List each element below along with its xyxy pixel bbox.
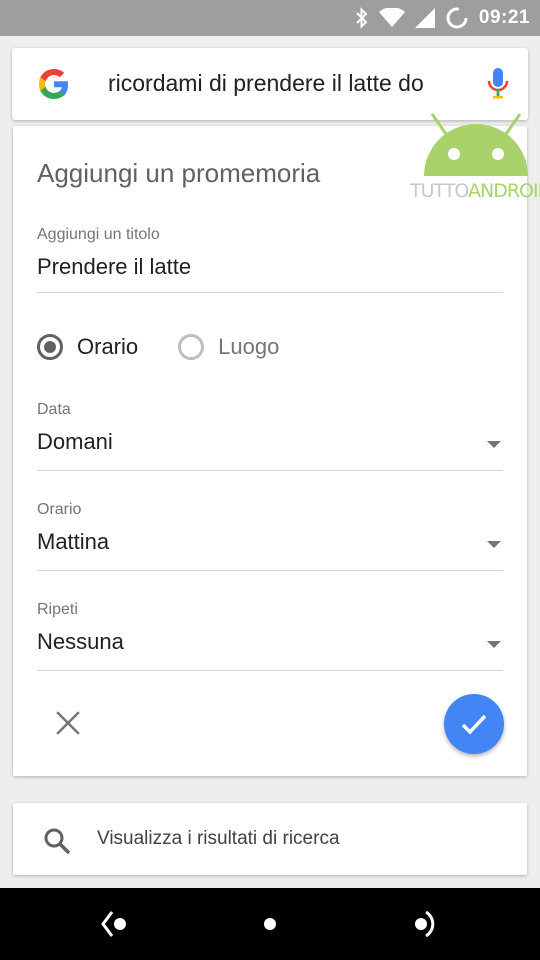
- bluetooth-icon: [356, 7, 368, 29]
- repeat-value: Nessuna: [37, 629, 124, 654]
- title-field-underline: [37, 292, 503, 293]
- date-underline: [37, 470, 503, 471]
- close-icon[interactable]: [53, 708, 83, 738]
- time-value: Mattina: [37, 529, 110, 554]
- microphone-icon[interactable]: [484, 66, 512, 102]
- title-field-label: Aggiungi un titolo: [37, 226, 160, 243]
- reminder-card: Aggiungi un promemoria Aggiungi un titol…: [13, 126, 527, 776]
- date-label: Data: [37, 401, 71, 418]
- card-title: Aggiungi un promemoria: [37, 158, 321, 188]
- status-icons: 09:21: [355, 6, 530, 30]
- assist-icon[interactable]: [408, 908, 440, 940]
- radio-luogo-label: Luogo: [218, 334, 280, 359]
- dropdown-arrow-icon: [487, 541, 501, 548]
- radio-orario[interactable]: Orario: [37, 334, 138, 360]
- title-field[interactable]: Aggiungi un titolo Prendere il latte: [37, 226, 503, 294]
- checkmark-icon: [461, 714, 487, 735]
- search-query[interactable]: ricordami di prendere il latte do: [108, 70, 453, 97]
- google-g-icon: [39, 69, 68, 99]
- radio-checked-icon: [37, 334, 63, 360]
- status-time: 09:21: [478, 7, 530, 28]
- radio-luogo[interactable]: Luogo: [178, 334, 279, 360]
- radio-orario-label: Orario: [77, 334, 139, 359]
- search-icon: [44, 828, 71, 855]
- navigation-bar: [0, 888, 540, 960]
- home-icon[interactable]: [254, 908, 286, 940]
- time-dropdown[interactable]: Orario Mattina: [37, 501, 503, 571]
- dropdown-arrow-icon: [487, 641, 501, 648]
- view-search-results-label: Visualizza i risultati di ricerca: [97, 828, 340, 849]
- time-underline: [37, 570, 503, 571]
- repeat-dropdown[interactable]: Ripeti Nessuna: [37, 601, 503, 671]
- radio-unchecked-icon: [178, 334, 205, 360]
- sync-icon: [446, 7, 468, 29]
- date-value: Domani: [37, 429, 113, 454]
- view-search-results-button[interactable]: Visualizza i risultati di ricerca: [13, 803, 527, 875]
- signal-icon: [414, 8, 435, 28]
- title-field-value[interactable]: Prendere il latte: [37, 254, 503, 280]
- confirm-button[interactable]: [444, 694, 504, 754]
- status-bar: 09:21: [0, 0, 540, 36]
- dropdown-arrow-icon: [487, 441, 501, 448]
- repeat-label: Ripeti: [37, 601, 78, 618]
- repeat-underline: [37, 670, 503, 671]
- watermark-text: TUTTOANDROID: [410, 180, 540, 202]
- reminder-type-group: Orario Luogo: [37, 334, 319, 360]
- time-label: Orario: [37, 501, 82, 518]
- wifi-icon: [378, 8, 405, 27]
- tuttoandroid-watermark: TUTTOANDROID: [396, 110, 540, 210]
- back-icon[interactable]: [100, 908, 132, 940]
- android-logo-icon: [424, 113, 528, 176]
- date-dropdown[interactable]: Data Domani: [37, 401, 503, 471]
